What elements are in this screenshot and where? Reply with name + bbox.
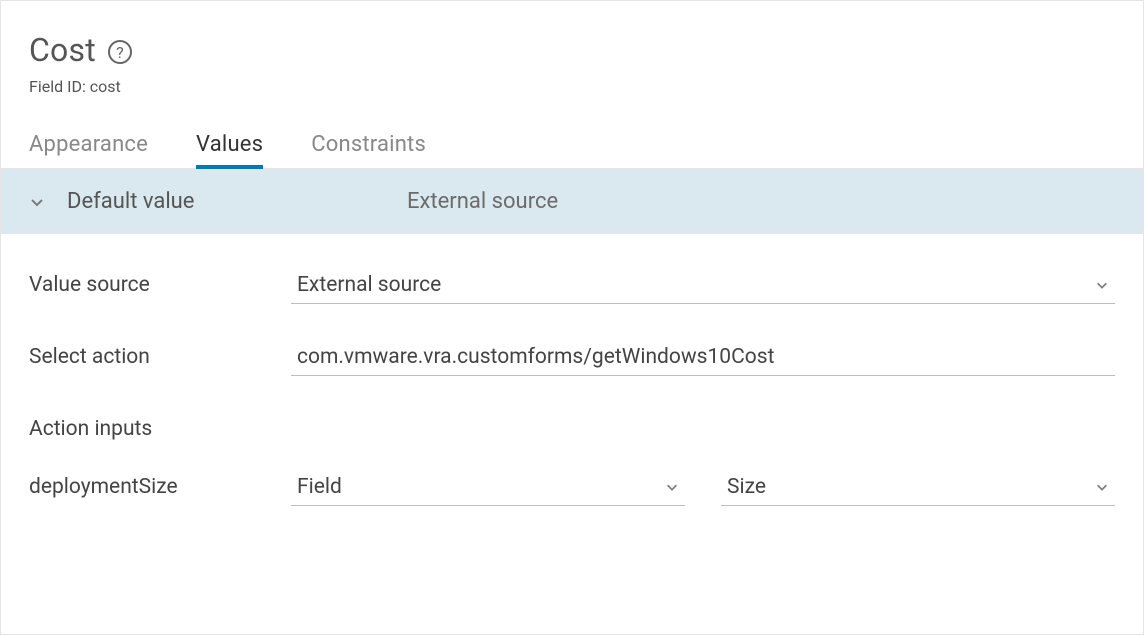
section-label: Default value [67,189,407,214]
label-action-inputs: Action inputs [29,417,291,441]
input-select-action[interactable] [291,339,1115,376]
row-deployment-size: deploymentSize Field Size [29,458,1115,516]
section-default-value[interactable]: Default value External source [1,169,1143,234]
tabs: Appearance Values Constraints [1,96,1143,169]
row-select-action: Select action [29,328,1115,386]
select-deployment-size-field-text: Size [727,475,766,499]
chevron-down-icon [1095,278,1109,292]
label-value-source: Value source [29,273,291,297]
page-title: Cost [29,31,96,69]
select-value-source[interactable]: External source [291,267,1115,304]
tab-constraints[interactable]: Constraints [311,132,426,168]
row-value-source: Value source External source [29,256,1115,314]
label-select-action: Select action [29,345,291,369]
tab-values[interactable]: Values [196,132,263,169]
chevron-down-icon [29,194,45,210]
title-row: Cost ? [29,31,1115,69]
chevron-down-icon [665,480,679,494]
help-icon[interactable]: ? [108,40,132,64]
field-id-label: Field ID: cost [29,77,1115,96]
select-deployment-size-type-text: Field [297,475,342,499]
select-value-source-text: External source [297,273,441,297]
properties-panel: Cost ? Field ID: cost Appearance Values … [0,0,1144,635]
form-area: Value source External source Select acti… [1,234,1143,516]
section-value: External source [407,189,558,214]
row-action-inputs: Action inputs [29,400,1115,458]
select-deployment-size-field[interactable]: Size [721,469,1115,506]
tab-appearance[interactable]: Appearance [29,132,148,168]
panel-header: Cost ? Field ID: cost [1,1,1143,96]
label-deployment-size: deploymentSize [29,475,291,499]
select-deployment-size-type[interactable]: Field [291,469,685,506]
chevron-down-icon [1095,480,1109,494]
